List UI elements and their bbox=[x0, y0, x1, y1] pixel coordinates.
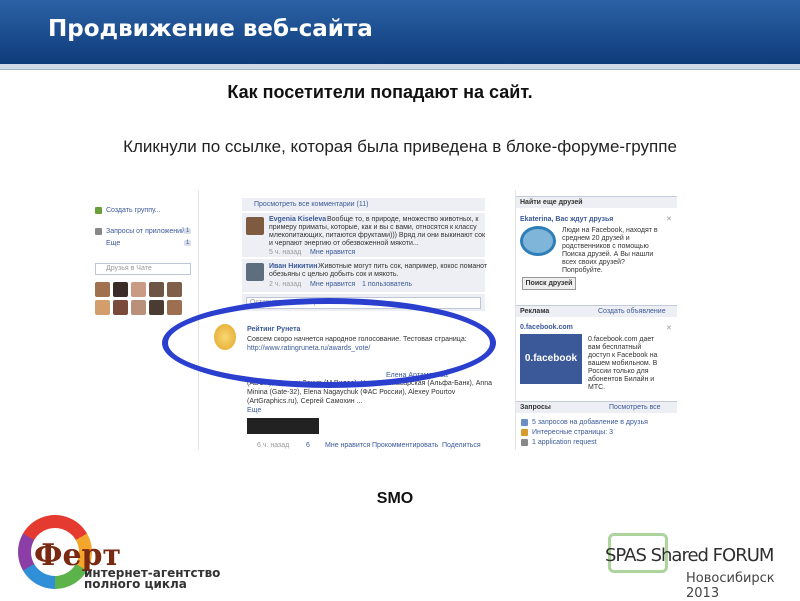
friend-requests-link[interactable]: 5 запросов на добавление в друзья bbox=[532, 419, 648, 426]
friend-photo[interactable] bbox=[149, 282, 164, 297]
avatar[interactable] bbox=[246, 217, 264, 235]
friend-photo[interactable] bbox=[113, 282, 128, 297]
slide-subheading: Кликнули по ссылке, которая была приведе… bbox=[123, 137, 677, 156]
friend-photo[interactable] bbox=[131, 300, 146, 315]
comment-time: 5 ч. назад bbox=[269, 249, 302, 256]
more-badge: 1 bbox=[184, 240, 192, 246]
find-friends-text: Люди на Facebook, находят в bbox=[562, 227, 658, 234]
view-comments-bar: Просмотреть все комментарии (11) bbox=[242, 198, 485, 212]
pages-icon bbox=[521, 429, 528, 436]
comment-author[interactable]: Иван Никитин bbox=[269, 263, 317, 270]
find-friends-text: Поиска друзей. А Вы нашли bbox=[562, 251, 654, 258]
slide-heading: Как посетители попадают на сайт. bbox=[227, 82, 533, 102]
ads-header: Реклама Создать объявление bbox=[516, 305, 677, 317]
view-all-requests-link[interactable]: Посмотреть все bbox=[609, 404, 661, 411]
left-sidebar: Создать группу... Запросы от приложений … bbox=[87, 190, 199, 450]
friend-photo[interactable] bbox=[131, 282, 146, 297]
app-requests-badge: 1 bbox=[184, 228, 192, 234]
ad-text: доступ к Facebook на bbox=[588, 352, 658, 359]
header-title: Продвижение веб-сайта bbox=[48, 16, 373, 42]
friend-request-icon bbox=[521, 419, 528, 426]
comment-text: Вообще то, в природе, множество животных… bbox=[327, 216, 479, 223]
post-time: 6 ч. назад bbox=[257, 442, 290, 449]
requests-title: Запросы bbox=[520, 404, 551, 411]
comment-text: млекопитающих, питаются фруктами))) Вряд… bbox=[269, 232, 486, 239]
post-share-link[interactable]: Поделиться bbox=[442, 442, 481, 449]
ads-title: Реклама bbox=[520, 308, 550, 315]
like-link[interactable]: Мне нравится bbox=[310, 249, 355, 256]
find-friends-text: всех своих друзей? bbox=[562, 259, 625, 266]
group-icon bbox=[95, 207, 102, 214]
comment-author[interactable]: Evgenia Kiseleva bbox=[269, 216, 326, 223]
avatar[interactable] bbox=[246, 263, 264, 281]
apps-icon bbox=[95, 228, 102, 235]
app-request-icon bbox=[521, 439, 528, 446]
find-friends-header: Найти еще друзей bbox=[516, 196, 677, 208]
find-friends-button[interactable]: Поиск друзей bbox=[522, 277, 576, 290]
friend-photo[interactable] bbox=[113, 300, 128, 315]
requests-header: Запросы Посмотреть все bbox=[516, 401, 677, 413]
find-friends-name[interactable]: Ekaterina, Вас ждут друзья bbox=[520, 216, 613, 223]
search-friends-icon bbox=[520, 226, 556, 256]
comment-time: 2 ч. назад bbox=[269, 281, 302, 288]
friend-photo[interactable] bbox=[95, 300, 110, 315]
ad-image[interactable]: 0.facebook bbox=[520, 334, 582, 384]
find-friends-text: Попробуйте. bbox=[562, 267, 603, 274]
post-image[interactable] bbox=[247, 418, 319, 434]
more-names-link[interactable]: Еще bbox=[247, 407, 261, 414]
forum-logo-text: SPAS Shared FORUM bbox=[605, 545, 774, 566]
friend-photo[interactable] bbox=[95, 282, 110, 297]
close-icon[interactable]: ✕ bbox=[666, 324, 672, 332]
tagged-names: Minina (Gate-32), Elena Nagaychuk (ФАС Р… bbox=[247, 389, 456, 396]
comment: Иван Никитин Животные могут пить сок, на… bbox=[242, 259, 488, 293]
create-ad-link[interactable]: Создать объявление bbox=[598, 308, 666, 315]
tagged-names: (ArtGraphics.ru), Сергей Самохин ... bbox=[247, 398, 363, 405]
find-friends-text: среднем 20 друзей и bbox=[562, 235, 630, 242]
highlight-ellipse bbox=[162, 298, 496, 388]
right-sidebar: Найти еще друзей Ekaterina, Вас ждут дру… bbox=[515, 190, 677, 450]
comment-text: Животные могут пить сок, например, кокос… bbox=[318, 263, 488, 270]
smo-caption: SMO bbox=[376, 490, 414, 507]
likes-count-link[interactable]: 1 пользователь bbox=[362, 281, 412, 288]
friend-photo[interactable] bbox=[167, 300, 182, 315]
like-link[interactable]: Мне нравится bbox=[310, 281, 355, 288]
view-all-comments-link[interactable]: Просмотреть все комментарии (11) bbox=[254, 201, 368, 208]
forum-city: Новосибирск 2013 bbox=[686, 571, 775, 601]
comment-text: и черпают энергию от обезвоженной мякоти… bbox=[269, 240, 419, 247]
comment-text: обезьяны с целью добыть сок и мякоть. bbox=[269, 271, 399, 278]
post-like-count[interactable]: 6 bbox=[306, 442, 310, 449]
more-link[interactable]: Еще bbox=[106, 240, 120, 247]
app-requests-link[interactable]: Запросы от приложений bbox=[106, 228, 185, 235]
header-strip bbox=[0, 64, 800, 70]
ad-text: МТС. bbox=[588, 384, 606, 391]
ad-text: вам бесплатный bbox=[588, 344, 642, 351]
find-friends-button-label: Поиск друзей bbox=[525, 280, 573, 287]
comment: Evgenia Kiseleva Вообще то, в природе, м… bbox=[242, 213, 485, 258]
comment-text: примеру приматы, которые, как и вы с вам… bbox=[269, 224, 477, 231]
app-request-link[interactable]: 1 application request bbox=[532, 439, 597, 446]
pages-link[interactable]: Интересные страницы: 3 bbox=[532, 429, 613, 436]
find-friends-title: Найти еще друзей bbox=[520, 199, 583, 206]
find-friends-text: родственников с помощью bbox=[562, 243, 649, 250]
ad-url[interactable]: 0.facebook.com bbox=[520, 324, 573, 331]
ad-text: 0.facebook.com дает bbox=[588, 336, 655, 343]
fert-tagline-line2: полного цикла bbox=[84, 577, 187, 591]
friend-photo[interactable] bbox=[167, 282, 182, 297]
post-comment-link[interactable]: Прокомментировать bbox=[372, 442, 438, 449]
create-group-link[interactable]: Создать группу... bbox=[106, 207, 161, 214]
header-bar: Продвижение веб-сайта bbox=[0, 0, 800, 64]
close-icon[interactable]: ✕ bbox=[666, 215, 672, 223]
ad-text: вашем мобильном. В bbox=[588, 360, 658, 367]
post-like-link[interactable]: Мне нравится bbox=[325, 442, 370, 449]
fert-tagline: интернет-агентство полного цикла bbox=[84, 567, 220, 591]
chat-search-input[interactable]: Друзья в Чате bbox=[95, 263, 191, 275]
ad-text: абонентов Билайн и bbox=[588, 376, 655, 383]
ad-text: России только для bbox=[588, 368, 649, 375]
chat-search-placeholder: Друзья в Чате bbox=[106, 265, 152, 272]
friend-photo[interactable] bbox=[149, 300, 164, 315]
ad-image-text: 0.facebook bbox=[524, 353, 578, 364]
